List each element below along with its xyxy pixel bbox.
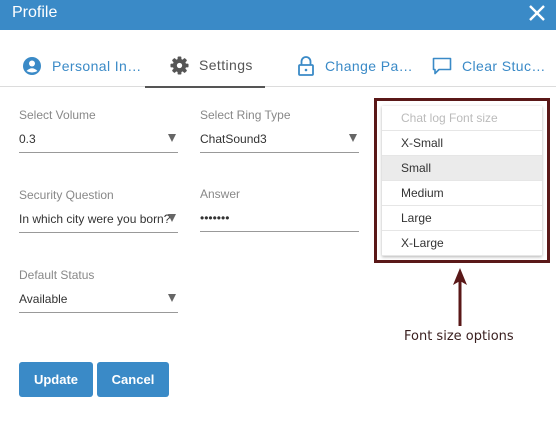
annotation-label: Font size options <box>404 329 514 344</box>
font-size-dropdown-header: Chat log Font size <box>382 106 542 131</box>
answer-field[interactable]: Answer ••••••• <box>200 187 359 232</box>
tab-change-password-label: Change Pa… <box>325 57 414 74</box>
chevron-down-icon[interactable] <box>168 214 176 222</box>
security-question-value-text: In which city were you born? <box>19 212 171 226</box>
answer-value-text: ••••••• <box>200 211 230 225</box>
default-status-label: Default Status <box>19 268 95 282</box>
cancel-button[interactable]: Cancel <box>97 362 169 397</box>
answer-input[interactable]: ••••••• <box>200 203 359 232</box>
update-button[interactable]: Update <box>19 362 93 397</box>
chevron-down-icon[interactable] <box>168 134 176 142</box>
tab-personal-info-label: Personal In… <box>52 57 142 74</box>
ring-type-select[interactable]: Select Ring Type ChatSound3 <box>200 108 359 153</box>
annotation-arrow-icon <box>453 268 467 326</box>
tab-settings[interactable]: Settings <box>145 44 265 88</box>
default-status-select[interactable]: Default Status Available <box>19 268 178 313</box>
font-size-option-x-large[interactable]: X-Large <box>382 231 542 256</box>
font-size-option-large[interactable]: Large <box>382 206 542 231</box>
volume-value-text: 0.3 <box>19 132 36 146</box>
tab-personal-info[interactable]: Personal In… <box>22 44 142 87</box>
close-icon[interactable] <box>526 2 548 24</box>
volume-select[interactable]: Select Volume 0.3 <box>19 108 178 153</box>
tab-change-password[interactable]: Change Pa… <box>297 44 413 87</box>
window-title: Profile <box>12 4 58 21</box>
gear-icon <box>170 55 189 75</box>
font-size-dropdown[interactable]: Chat log Font size X-Small Small Medium … <box>382 106 542 256</box>
chevron-down-icon[interactable] <box>168 294 176 302</box>
chat-bubble-icon <box>432 57 452 74</box>
font-size-option-medium[interactable]: Medium <box>382 181 542 206</box>
user-circle-icon <box>23 56 41 75</box>
ring-type-label: Select Ring Type <box>200 108 291 122</box>
ring-type-value-text: ChatSound3 <box>200 132 267 146</box>
ring-type-value[interactable]: ChatSound3 <box>200 124 359 153</box>
volume-value[interactable]: 0.3 <box>19 124 178 153</box>
font-size-option-small[interactable]: Small <box>382 156 542 181</box>
answer-label: Answer <box>200 187 241 201</box>
tab-clear-stuck[interactable]: Clear Stuc… <box>432 44 546 87</box>
title-bar: Profile <box>0 0 556 30</box>
default-status-value[interactable]: Available <box>19 284 178 313</box>
tab-clear-stuck-label: Clear Stuc… <box>462 57 546 74</box>
default-status-value-text: Available <box>19 292 68 306</box>
font-size-option-x-small[interactable]: X-Small <box>382 131 542 156</box>
chevron-down-icon[interactable] <box>349 134 357 142</box>
security-question-select[interactable]: Security Question In which city were you… <box>19 188 178 233</box>
tab-settings-label: Settings <box>199 57 253 73</box>
annotation-highlight-box: Chat log Font size X-Small Small Medium … <box>374 98 550 263</box>
security-question-value[interactable]: In which city were you born? <box>19 204 178 233</box>
volume-label: Select Volume <box>19 108 96 122</box>
lock-icon <box>298 55 314 76</box>
security-question-label: Security Question <box>19 188 114 202</box>
tab-bar: Personal In… Settings Change Pa… Clear S… <box>0 44 556 88</box>
